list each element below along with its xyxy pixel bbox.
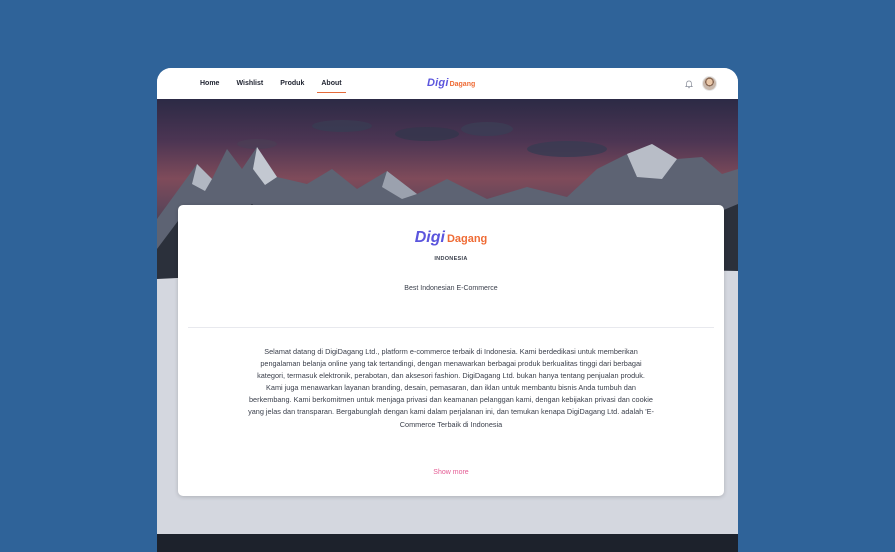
about-logo: Digi Dagang <box>178 229 724 247</box>
about-card: Digi Dagang INDONESIA Best Indonesian E-C… <box>178 205 724 496</box>
nav-links: Home Wishlist Produk About <box>200 68 359 99</box>
about-description: Selamat datang di DigiDagang Ltd., platf… <box>248 347 654 429</box>
top-navbar: Home Wishlist Produk About Digi Dagang <box>157 68 738 99</box>
nav-home[interactable]: Home <box>200 68 219 99</box>
nav-produk[interactable]: Produk <box>280 68 304 99</box>
nav-wishlist[interactable]: Wishlist <box>236 68 263 99</box>
about-logo-dagang: Dagang <box>446 233 488 245</box>
show-more-link[interactable]: Show more <box>178 469 724 476</box>
brand-logo-digi: Digi <box>427 77 449 89</box>
user-avatar[interactable] <box>702 76 717 91</box>
country-label: INDONESIA <box>434 256 468 262</box>
bell-icon[interactable] <box>685 80 693 89</box>
brand-logo[interactable]: Digi Dagang <box>427 77 475 89</box>
footer <box>157 534 738 552</box>
divider <box>188 327 714 328</box>
app-window: Home Wishlist Produk About Digi Dagang D… <box>157 68 738 552</box>
tagline: Best Indonesian E-Commerce <box>404 285 498 292</box>
nav-about[interactable]: About <box>317 68 346 99</box>
brand-logo-dagang: Dagang <box>449 81 476 88</box>
about-logo-digi: Digi <box>414 229 445 246</box>
